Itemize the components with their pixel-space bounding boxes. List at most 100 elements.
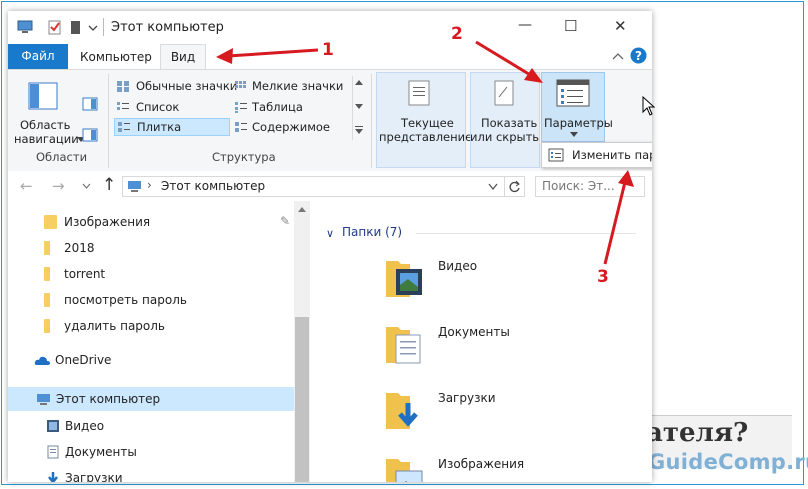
up-button[interactable]: ↑	[102, 175, 116, 195]
change-folder-options-label: Изменить параметры папок и поиска	[572, 148, 652, 162]
nav-scrollbar[interactable]	[294, 201, 310, 482]
help-icon[interactable]: ?	[630, 47, 647, 64]
folder-tile[interactable]: Загрузки	[382, 381, 582, 439]
nav-item-label: Документы	[65, 445, 137, 459]
content-view-icon	[235, 122, 247, 132]
change-folder-options-item[interactable]: Изменить параметры папок и поиска	[541, 142, 652, 168]
folder-name: Видео	[438, 259, 478, 273]
watermark: GuideComp.ru	[648, 450, 808, 474]
forward-button[interactable]: →	[52, 177, 65, 195]
scroll-up-icon[interactable]	[355, 80, 363, 86]
options-icon	[556, 79, 590, 107]
section-collapse-icon[interactable]: ∨	[326, 227, 334, 240]
folder-tile[interactable]: Изображения	[382, 447, 582, 482]
layout-label: Плитка	[137, 120, 182, 134]
options-label: Параметры	[544, 116, 613, 130]
computer-icon	[17, 20, 33, 33]
scroll-up-icon[interactable]	[298, 207, 306, 213]
nav-item-this-pc[interactable]: Этот компьютер	[8, 387, 294, 411]
list-icon	[117, 102, 129, 110]
nav-item[interactable]: Изображения ✎	[44, 213, 294, 233]
folder-icon	[44, 215, 57, 229]
minimize-button[interactable]: —	[518, 17, 532, 33]
tab-file[interactable]: Файл	[8, 44, 68, 69]
folder-tile[interactable]: Видео	[382, 249, 582, 307]
nav-scrollbar-thumb[interactable]	[295, 317, 309, 482]
folder-name: Изображения	[438, 457, 525, 471]
details-pane-icon[interactable]	[82, 128, 98, 142]
window-title: Этот компьютер	[111, 20, 224, 35]
small-icons-icon	[235, 81, 246, 88]
nav-item[interactable]: удалить пароль	[44, 317, 244, 337]
downloads-folder-icon	[48, 472, 58, 482]
address-bar-row: ← → ↑ › Этот компьютер Поиск: Эт...	[8, 171, 652, 201]
collapse-ribbon-icon[interactable]	[612, 51, 624, 61]
refresh-icon	[509, 180, 520, 193]
tab-view[interactable]: Вид	[160, 44, 206, 69]
show-hide-button[interactable]: Показать или скрыть	[470, 72, 540, 168]
annotation-label-2: 2	[451, 24, 463, 44]
layout-label: Список	[136, 100, 180, 114]
show-hide-label-2: или скрыть	[470, 130, 540, 144]
scroll-down-icon[interactable]	[355, 104, 363, 110]
nav-item[interactable]: посмотреть пароль	[44, 291, 244, 311]
nav-item-label: OneDrive	[55, 353, 112, 367]
pictures-folder-icon	[386, 459, 423, 482]
layout-tiles[interactable]: Плитка	[114, 118, 230, 136]
search-input[interactable]: Поиск: Эт...	[535, 176, 645, 197]
background-heading: ателя?	[646, 418, 749, 448]
background-page	[652, 12, 798, 482]
current-view-button[interactable]: Текущее представление	[376, 72, 472, 168]
breadcrumb-separator: ›	[147, 178, 152, 192]
layout-details[interactable]: Таблица	[232, 98, 350, 116]
layout-gallery: Обычные значки Мелкие значки Список Табл…	[114, 77, 352, 139]
options-button[interactable]: Параметры	[541, 72, 613, 142]
navigation-pane-icon	[28, 82, 58, 110]
computer-icon	[128, 181, 141, 192]
chevron-down-icon[interactable]	[488, 183, 498, 190]
chevron-down-icon[interactable]	[88, 24, 98, 32]
large-icons-icon	[117, 81, 129, 92]
documents-folder-icon	[386, 327, 421, 364]
computer-icon	[37, 394, 50, 405]
new-folder-icon[interactable]	[70, 20, 82, 35]
recent-locations-icon[interactable]	[82, 183, 91, 189]
ribbon-separator	[371, 74, 372, 168]
layout-small-icons[interactable]: Мелкие значки	[232, 77, 350, 95]
details-icon	[235, 102, 247, 113]
layout-content[interactable]: Содержимое	[232, 118, 350, 136]
preview-pane-icon[interactable]	[82, 97, 98, 111]
navigation-pane-button[interactable]: Область навигации	[12, 74, 85, 152]
chevron-down-icon	[570, 132, 578, 137]
folder-options-icon	[548, 148, 564, 162]
navigation-pane: Изображения ✎ 2018 torrent посмотреть па…	[8, 201, 310, 482]
nav-item-label: посмотреть пароль	[64, 293, 187, 307]
section-header[interactable]: Папки (7)	[342, 225, 402, 239]
address-field[interactable]: › Этот компьютер	[122, 176, 505, 197]
section-line	[416, 233, 636, 234]
folder-icon	[44, 293, 50, 307]
layout-list[interactable]: Список	[114, 98, 230, 116]
folder-tile[interactable]: Документы	[382, 315, 582, 373]
tiles-icon	[118, 122, 130, 132]
layout-scroll[interactable]	[352, 76, 365, 140]
close-button[interactable]: ✕	[614, 17, 627, 35]
current-view-label-1: Текущее	[401, 116, 454, 130]
layout-large-icons[interactable]: Обычные значки	[114, 77, 237, 95]
folder-name: Загрузки	[438, 391, 496, 405]
svg-text:?: ?	[635, 49, 642, 63]
documents-folder-icon	[47, 445, 59, 459]
back-button[interactable]: ←	[20, 177, 33, 195]
refresh-button[interactable]	[505, 176, 525, 197]
onedrive-icon	[34, 356, 50, 365]
expand-gallery-icon[interactable]	[355, 126, 363, 134]
tab-computer[interactable]: Компьютер	[80, 50, 152, 64]
breadcrumb[interactable]: Этот компьютер	[161, 179, 265, 193]
pin-icon[interactable]: ✎	[280, 214, 290, 228]
nav-list: Изображения ✎ 2018 torrent посмотреть па…	[8, 201, 294, 482]
maximize-button[interactable]: ☐	[564, 17, 577, 35]
properties-icon[interactable]	[48, 20, 62, 35]
annotation-label-3: 3	[597, 267, 609, 287]
explorer-window: Этот компьютер — ☐ ✕ Файл Компьютер Вид …	[8, 11, 652, 482]
show-hide-label-1: Показать	[481, 116, 538, 130]
